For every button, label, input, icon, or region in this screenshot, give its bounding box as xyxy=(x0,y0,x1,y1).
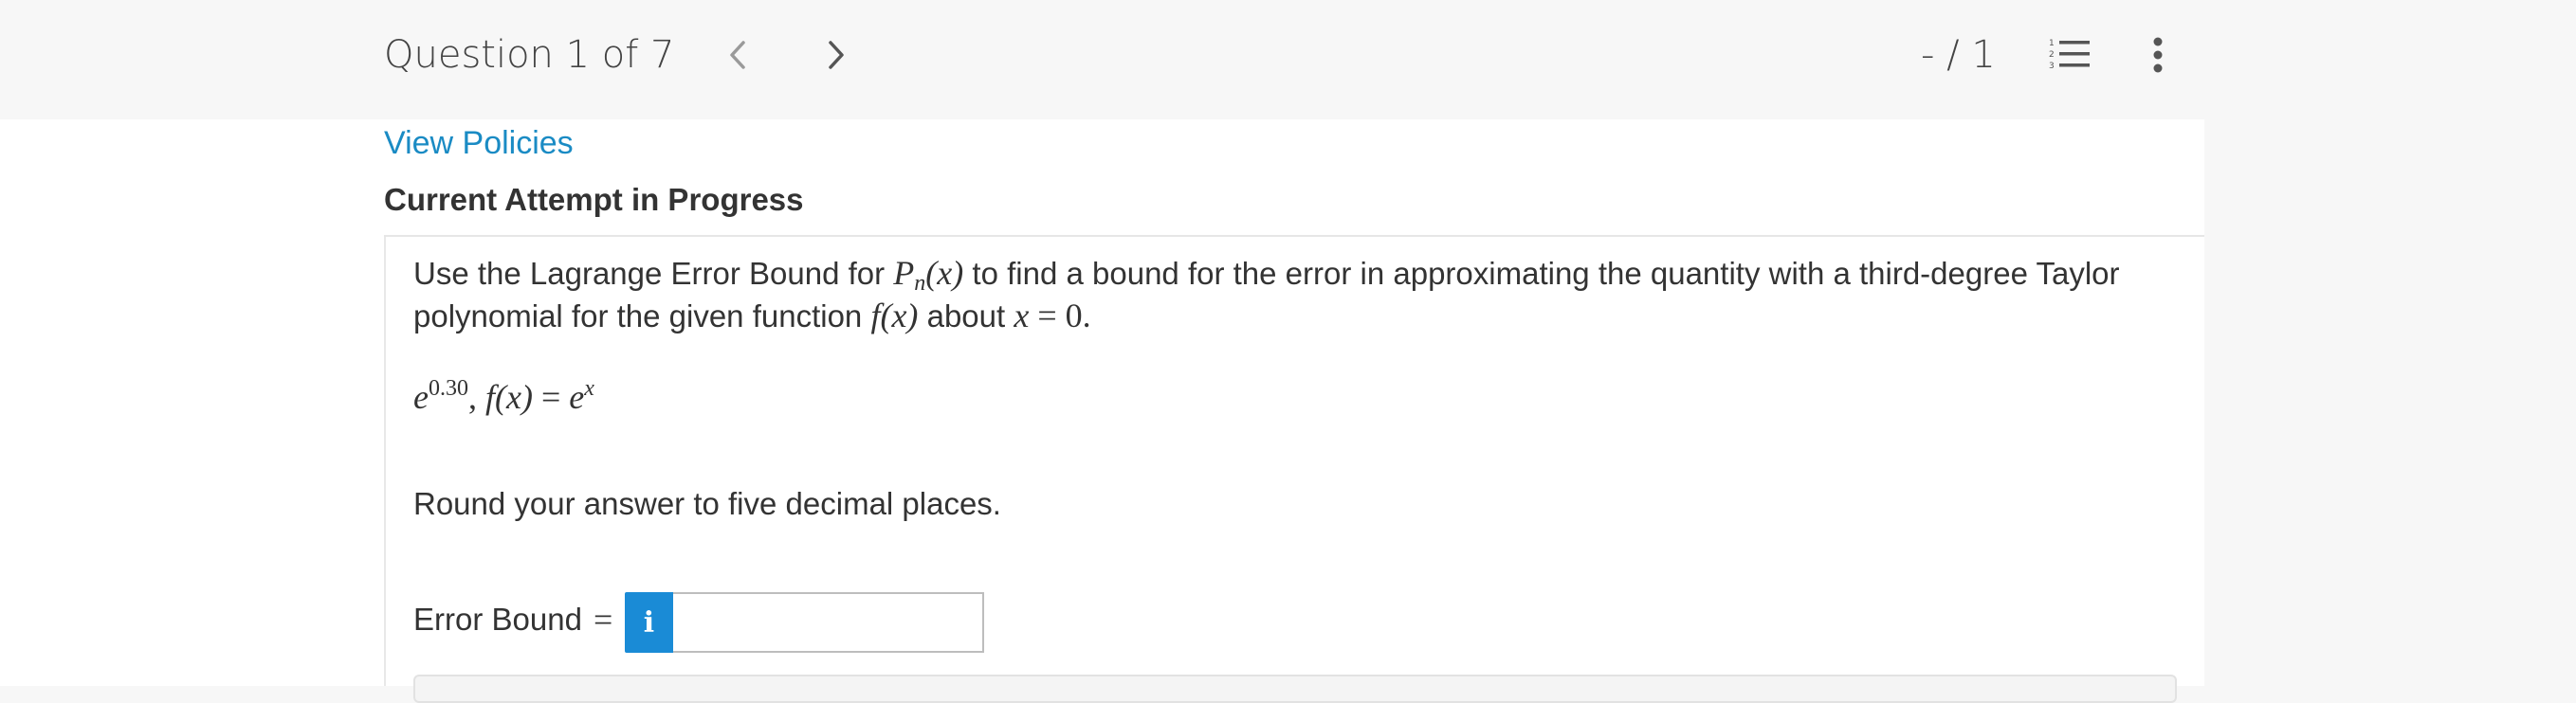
about-equals: = 0. xyxy=(1029,297,1091,334)
question-prompt: Use the Lagrange Error Bound for Pn(x) t… xyxy=(413,252,2177,337)
error-bound-input[interactable] xyxy=(673,592,984,653)
rounding-instruction: Round your answer to five decimal places… xyxy=(413,486,1001,521)
expr-base-letter: e xyxy=(413,378,429,416)
error-bound-label: Error Bound xyxy=(413,602,582,637)
info-icon: i xyxy=(643,605,655,640)
more-options-button[interactable] xyxy=(2139,28,2177,81)
question-counter: Question 1 of 7 xyxy=(384,33,675,77)
expr-func-arg: (x) xyxy=(495,378,533,416)
function-name: f xyxy=(870,297,881,334)
expr-rhs: ex xyxy=(569,376,594,416)
view-policies-link[interactable]: View Policies xyxy=(384,121,574,165)
next-question-button[interactable] xyxy=(808,28,865,81)
expr-exponent: 0.30 xyxy=(428,376,468,401)
equals-sign: = xyxy=(594,601,613,639)
about-variable: x xyxy=(1014,297,1030,334)
expr-func: f xyxy=(484,378,495,416)
chevron-right-icon xyxy=(829,41,844,69)
previous-question-button[interactable] xyxy=(709,28,766,81)
expr-rhs-base: e xyxy=(569,378,585,416)
answer-footer-panel xyxy=(413,675,2177,703)
pn-symbol: Pn xyxy=(893,254,925,295)
numbered-list-icon: 1 2 3 xyxy=(2049,39,2090,71)
vertical-dots-icon xyxy=(2153,37,2163,73)
svg-text:1: 1 xyxy=(2049,39,2055,48)
function-argument: (x) xyxy=(880,297,919,334)
info-button[interactable]: i xyxy=(625,592,673,653)
svg-text:3: 3 xyxy=(2049,62,2055,71)
expr-base: e0.30 xyxy=(413,376,468,416)
pn-argument: (x) xyxy=(925,254,963,292)
question-score: - / 1 xyxy=(1921,33,1996,77)
chevron-left-icon xyxy=(730,41,745,69)
pn-letter: P xyxy=(893,254,915,292)
attempt-status-heading: Current Attempt in Progress xyxy=(384,182,804,217)
prompt-text-3: about xyxy=(918,298,1014,333)
pn-subscript: n xyxy=(914,271,926,296)
pn-arg-text: (x) xyxy=(925,254,964,292)
expr-rhs-exponent: x xyxy=(584,376,594,401)
svg-text:2: 2 xyxy=(2049,50,2055,60)
expr-separator: , xyxy=(467,378,485,416)
prompt-text-1: Use the Lagrange Error Bound for xyxy=(413,256,894,291)
expr-equals: = xyxy=(532,378,570,416)
question-list-button[interactable]: 1 2 3 xyxy=(2038,28,2101,81)
quantity-expression: e0.30, f(x) = ex xyxy=(413,377,594,417)
